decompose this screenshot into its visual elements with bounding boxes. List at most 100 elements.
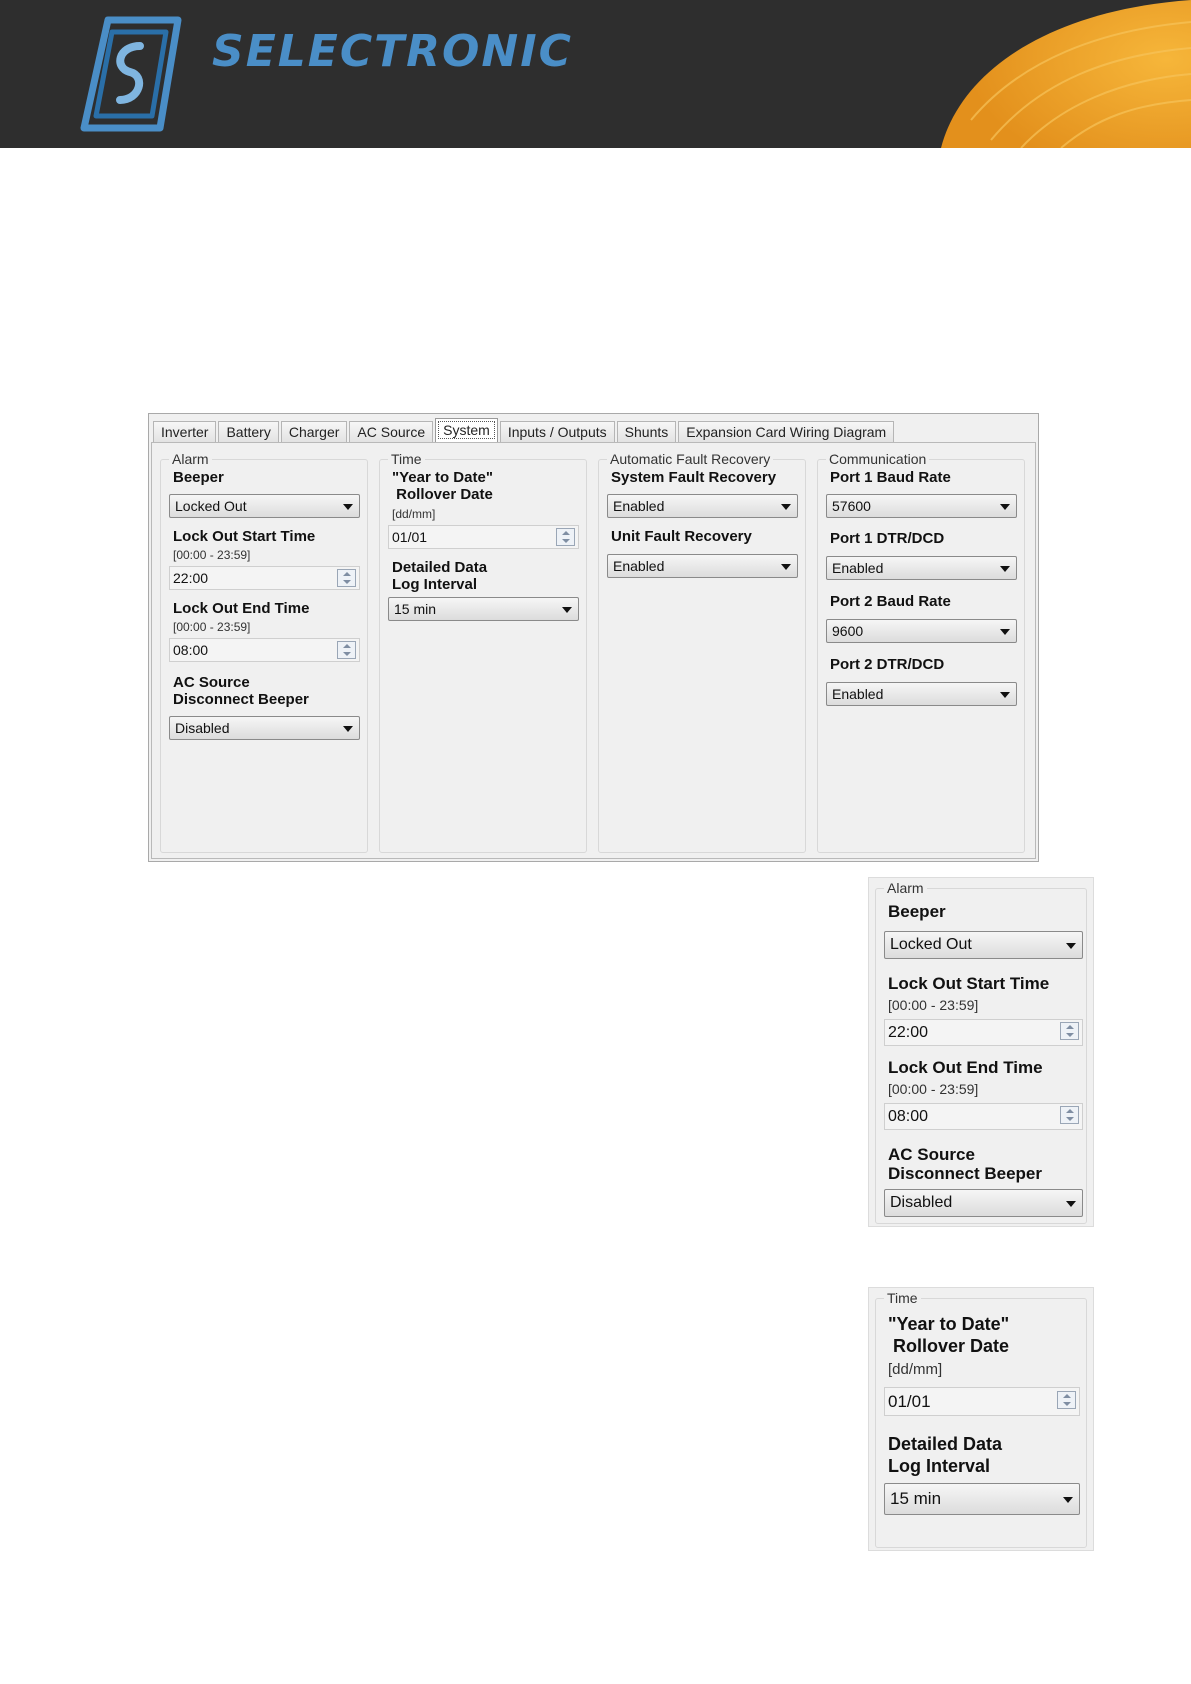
selectronic-logo-icon — [80, 16, 182, 132]
log-interval-select[interactable]: 15 min — [884, 1483, 1080, 1515]
lock-out-start-label: Lock Out Start Time — [173, 528, 316, 545]
communication-group-title: Communication — [826, 451, 930, 467]
spinner-arrows-icon[interactable] — [1057, 1391, 1076, 1409]
tab-charger[interactable]: Charger — [280, 421, 348, 442]
chevron-down-icon — [1000, 692, 1010, 698]
ac-disconnect-beeper-value: Disabled — [890, 1194, 953, 1211]
system-fault-recovery-value: Enabled — [613, 498, 665, 514]
chevron-down-icon — [562, 607, 572, 613]
unit-fault-recovery-value: Enabled — [613, 558, 665, 574]
port2-dtr-value: Enabled — [832, 686, 884, 702]
lock-out-start-input[interactable]: 22:00 — [884, 1019, 1083, 1046]
tab-inputs-outputs[interactable]: Inputs / Outputs — [499, 421, 615, 442]
log-interval-value: 15 min — [394, 601, 437, 617]
beeper-select[interactable]: Locked Out — [169, 494, 360, 518]
log-interval-label: Detailed Data Log Interval — [888, 1434, 1003, 1476]
time-inset: Time "Year to Date" Rollover Date [dd/mm… — [868, 1287, 1094, 1551]
beeper-select[interactable]: Locked Out — [884, 931, 1083, 959]
chevron-down-icon — [343, 726, 353, 732]
rollover-date-label: "Year to Date" Rollover Date — [392, 469, 493, 503]
chevron-down-icon — [1063, 1497, 1073, 1503]
fault-recovery-group: Automatic Fault Recovery System Fault Re… — [598, 451, 806, 853]
lock-out-end-value: 08:00 — [173, 642, 209, 658]
rollover-date-value: 01/01 — [888, 1392, 931, 1411]
lock-out-end-label: Lock Out End Time — [173, 600, 310, 617]
ac-disconnect-beeper-select[interactable]: Disabled — [169, 716, 360, 740]
ac-disconnect-beeper-label: AC Source Disconnect Beeper — [173, 674, 309, 708]
fault-recovery-group-title: Automatic Fault Recovery — [607, 451, 774, 467]
rollover-date-format: [dd/mm] — [888, 1361, 943, 1378]
port1-dtr-label: Port 1 DTR/DCD — [830, 530, 945, 547]
log-interval-value: 15 min — [890, 1489, 942, 1508]
lock-out-start-range: [00:00 - 23:59] — [888, 997, 979, 1013]
port1-baud-label: Port 1 Baud Rate — [830, 469, 951, 486]
lock-out-end-input[interactable]: 08:00 — [169, 638, 360, 662]
lock-out-start-value: 22:00 — [888, 1024, 929, 1041]
page-header: SELECTRONIC — [0, 0, 1191, 148]
chevron-down-icon — [781, 504, 791, 510]
tab-expansion-card-wiring[interactable]: Expansion Card Wiring Diagram — [678, 421, 895, 442]
rollover-date-input[interactable]: 01/01 — [884, 1387, 1080, 1416]
system-fault-recovery-label: System Fault Recovery — [611, 469, 777, 486]
lock-out-start-input[interactable]: 22:00 — [169, 566, 360, 590]
alarm-inset: Alarm Beeper Locked Out Lock Out Start T… — [868, 877, 1094, 1227]
lock-out-end-range: [00:00 - 23:59] — [888, 1081, 979, 1097]
tab-shunts[interactable]: Shunts — [616, 421, 677, 442]
lock-out-end-value: 08:00 — [888, 1108, 929, 1125]
log-interval-select[interactable]: 15 min — [388, 597, 579, 621]
chevron-down-icon — [343, 504, 353, 510]
spinner-arrows-icon[interactable] — [1060, 1106, 1079, 1124]
port2-baud-value: 9600 — [832, 623, 864, 639]
chevron-down-icon — [1000, 566, 1010, 572]
rollover-date-value: 01/01 — [392, 529, 428, 545]
brand-name: SELECTRONIC — [212, 26, 573, 77]
port1-baud-value: 57600 — [832, 498, 871, 514]
port1-dtr-select[interactable]: Enabled — [826, 556, 1017, 580]
log-interval-label: Detailed Data Log Interval — [392, 559, 488, 593]
time-group: Time "Year to Date" Rollover Date [dd/mm… — [379, 451, 587, 853]
decorative-swirl — [941, 0, 1191, 148]
time-group-zoom: Time "Year to Date" Rollover Date [dd/mm… — [875, 1290, 1087, 1548]
beeper-value: Locked Out — [890, 936, 972, 953]
alarm-group-title: Alarm — [169, 451, 212, 467]
lock-out-end-label: Lock Out End Time — [888, 1058, 1043, 1077]
lock-out-end-input[interactable]: 08:00 — [884, 1103, 1083, 1130]
beeper-label: Beeper — [173, 469, 224, 486]
spinner-arrows-icon[interactable] — [337, 569, 356, 587]
time-group-title: Time — [884, 1290, 921, 1306]
chevron-down-icon — [1066, 1201, 1076, 1207]
system-fault-recovery-select[interactable]: Enabled — [607, 494, 798, 518]
port1-dtr-value: Enabled — [832, 560, 884, 576]
spinner-arrows-icon[interactable] — [556, 528, 575, 546]
port2-baud-select[interactable]: 9600 — [826, 619, 1017, 643]
beeper-value: Locked Out — [175, 498, 247, 514]
system-tab-page: Alarm Beeper Locked Out Lock Out Start T… — [151, 442, 1036, 859]
port1-baud-select[interactable]: 57600 — [826, 494, 1017, 518]
lock-out-start-range: [00:00 - 23:59] — [173, 548, 251, 562]
port2-dtr-select[interactable]: Enabled — [826, 682, 1017, 706]
spinner-arrows-icon[interactable] — [337, 641, 356, 659]
communication-group: Communication Port 1 Baud Rate 57600 Por… — [817, 451, 1025, 853]
rollover-date-format: [dd/mm] — [392, 507, 436, 521]
time-group-title: Time — [388, 451, 425, 467]
ac-disconnect-beeper-select[interactable]: Disabled — [884, 1189, 1083, 1217]
rollover-date-input[interactable]: 01/01 — [388, 525, 579, 549]
alarm-group-zoom: Alarm Beeper Locked Out Lock Out Start T… — [875, 880, 1087, 1224]
chevron-down-icon — [781, 564, 791, 570]
beeper-label: Beeper — [888, 902, 946, 921]
alarm-group: Alarm Beeper Locked Out Lock Out Start T… — [160, 451, 368, 853]
ac-disconnect-beeper-value: Disabled — [175, 720, 230, 736]
rollover-date-label: "Year to Date" Rollover Date — [888, 1314, 1010, 1356]
unit-fault-recovery-label: Unit Fault Recovery — [611, 528, 752, 545]
chevron-down-icon — [1066, 943, 1076, 949]
ac-disconnect-beeper-label: AC Source Disconnect Beeper — [888, 1145, 1042, 1183]
tab-system[interactable]: System — [435, 418, 498, 442]
unit-fault-recovery-select[interactable]: Enabled — [607, 554, 798, 578]
tab-ac-source[interactable]: AC Source — [349, 421, 434, 442]
chevron-down-icon — [1000, 629, 1010, 635]
lock-out-end-range: [00:00 - 23:59] — [173, 620, 251, 634]
alarm-group-title: Alarm — [884, 880, 927, 896]
spinner-arrows-icon[interactable] — [1060, 1022, 1079, 1040]
tab-battery[interactable]: Battery — [218, 421, 279, 442]
tab-inverter[interactable]: Inverter — [153, 421, 217, 442]
